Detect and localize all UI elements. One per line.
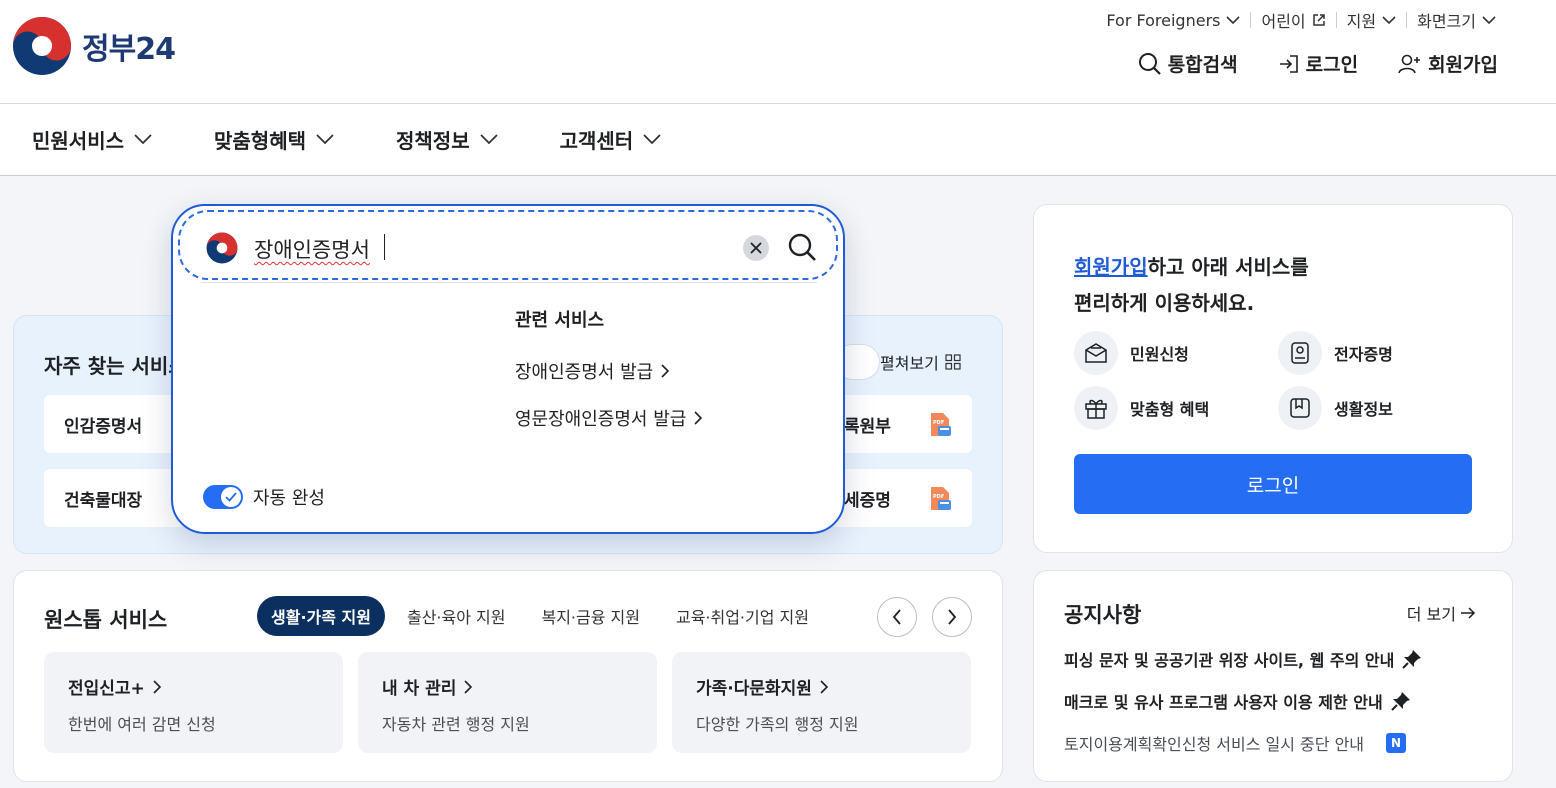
integrated-search-button[interactable]: 통합검색 <box>1138 50 1238 77</box>
onestop-card-family[interactable]: 가족·다문화지원 다양한 가족의 행정 지원 <box>672 652 971 753</box>
autocomplete-toggle[interactable] <box>203 485 243 509</box>
login-link[interactable]: 로그인 <box>1278 50 1358 77</box>
related-link-disability-cert[interactable]: 장애인증명서 발급 <box>515 358 670 384</box>
site-logo[interactable]: 정부24 <box>12 16 176 76</box>
user-add-icon <box>1398 54 1421 73</box>
clear-search-button[interactable] <box>743 235 769 261</box>
chevron-down-icon <box>643 134 661 145</box>
taegeuk-logo-icon <box>13 17 71 75</box>
onestop-tabs: 생활·가족 지원 출산·육아 지원 복지·금융 지원 교육·취업·기업 지원 <box>257 596 831 636</box>
nav-customer-center[interactable]: 고객센터 <box>560 125 662 154</box>
search-field[interactable]: 장애인증명서 <box>178 210 838 280</box>
new-badge: N <box>1386 733 1407 753</box>
frequent-services-title: 자주 찾는 서비스 <box>44 354 184 378</box>
nav-civil-services[interactable]: 민원서비스 <box>32 125 152 154</box>
header-actions: 통합검색 로그인 회원가입 <box>1098 50 1498 77</box>
search-input[interactable]: 장애인증명서 <box>254 234 370 264</box>
logo-text: 정부24 <box>82 32 176 67</box>
chevron-down-icon <box>316 134 334 145</box>
onestop-services-card: 원스톱 서비스 생활·가족 지원 출산·육아 지원 복지·금융 지원 교육·취업… <box>13 570 1003 782</box>
expand-view-button[interactable]: 펼쳐보기 <box>880 350 961 374</box>
login-button[interactable]: 로그인 <box>1074 454 1472 514</box>
gift-icon <box>1074 386 1118 430</box>
chevron-right-icon <box>153 679 161 694</box>
chevron-right-icon <box>661 364 670 378</box>
service-tile[interactable]: 록원부 PDF <box>824 395 972 453</box>
site-header: 정부24 For Foreigners 어린이 지원 화면크기 통합검색 로그인… <box>0 0 1556 104</box>
chevron-down-icon <box>1226 15 1241 24</box>
tab-education-employment[interactable]: 교육·취업·기업 지원 <box>662 596 823 636</box>
certificate-icon <box>1278 331 1322 375</box>
service-tile[interactable]: 세증명 PDF <box>824 469 972 527</box>
chevron-right-icon <box>464 679 473 694</box>
chevron-down-icon <box>134 134 152 145</box>
chevron-down-icon <box>1382 15 1396 24</box>
text-caret <box>384 234 385 260</box>
notice-item[interactable]: 매크로 및 유사 프로그램 사용자 이용 제한 안내 <box>1064 689 1411 713</box>
chevron-right-icon <box>694 411 703 425</box>
nav-policy-info[interactable]: 정책정보 <box>396 125 498 154</box>
notice-item[interactable]: 피싱 문자 및 공공기관 위장 사이트, 웹 주의 안내 <box>1064 647 1422 671</box>
signup-inline-link[interactable]: 회원가입 <box>1074 255 1148 279</box>
tab-birth-childcare[interactable]: 출산·육아 지원 <box>393 596 520 636</box>
notice-card: 공지사항 더 보기 피싱 문자 및 공공기관 위장 사이트, 웹 주의 안내 매… <box>1033 570 1513 782</box>
onestop-card-move-in[interactable]: 전입신고+ 한번에 여러 감면 신청 <box>44 652 343 753</box>
main-nav: 민원서비스 맞춤형혜택 정책정보 고객센터 <box>0 104 1556 176</box>
util-screen-size[interactable]: 화면크기 <box>1407 8 1506 32</box>
notice-item[interactable]: 토지이용계획확인신청 서비스 일시 중단 안내 N <box>1064 731 1407 755</box>
search-icon <box>1138 52 1161 75</box>
tab-life-family[interactable]: 생활·가족 지원 <box>257 596 385 636</box>
login-icon <box>1279 54 1298 73</box>
related-link-english-disability-cert[interactable]: 영문장애인증명서 발급 <box>515 405 703 431</box>
related-services-heading: 관련 서비스 <box>515 310 605 331</box>
nav-custom-benefits[interactable]: 맞춤형혜택 <box>214 125 334 154</box>
onestop-title: 원스톱 서비스 <box>44 608 168 632</box>
search-submit-icon[interactable] <box>787 232 817 262</box>
bookmark-icon <box>1278 386 1322 430</box>
login-message: 회원가입하고 아래 서비스를 편리하게 이용하세요. <box>1074 255 1309 315</box>
notice-more-link[interactable]: 더 보기 <box>1407 601 1476 625</box>
pdf-icon: PDF <box>931 487 951 510</box>
pin-icon <box>1402 650 1422 669</box>
chevron-left-icon <box>892 609 901 625</box>
pdf-icon: PDF <box>931 413 951 436</box>
svg-text:PDF: PDF <box>933 494 944 500</box>
chevron-down-icon <box>479 134 498 145</box>
util-support[interactable]: 지원 <box>1337 8 1406 32</box>
chevron-right-icon <box>948 609 957 625</box>
chevron-down-icon <box>1482 15 1496 24</box>
external-link-icon <box>1312 14 1325 26</box>
quick-custom-benefits[interactable]: 맞춤형 혜택 <box>1074 386 1209 430</box>
search-autocomplete-popup: 장애인증명서 관련 서비스 장애인증명서 발급 영문장애인증명서 발급 자동 완… <box>171 204 845 534</box>
taegeuk-logo-icon <box>206 232 238 264</box>
quick-civil-request[interactable]: 민원신청 <box>1074 331 1189 375</box>
check-icon <box>225 492 237 502</box>
grid-icon <box>945 354 961 370</box>
envelope-icon <box>1074 331 1118 375</box>
close-icon <box>750 242 762 254</box>
quick-life-info[interactable]: 생활정보 <box>1278 386 1393 430</box>
pin-icon <box>1390 692 1410 711</box>
autocomplete-toggle-row[interactable]: 자동 완성 <box>203 484 325 510</box>
utility-bar: For Foreigners 어린이 지원 화면크기 <box>1096 8 1506 32</box>
quick-e-certificate[interactable]: 전자증명 <box>1278 331 1393 375</box>
login-card: 회원가입하고 아래 서비스를 편리하게 이용하세요. 민원신청 전자증명 맞춤형… <box>1033 204 1513 553</box>
util-kids[interactable]: 어린이 <box>1251 8 1335 32</box>
prev-button[interactable] <box>877 597 917 637</box>
notice-title: 공지사항 <box>1064 603 1142 627</box>
util-for-foreigners[interactable]: For Foreigners <box>1096 8 1250 32</box>
next-button[interactable] <box>932 597 972 637</box>
arrow-right-icon <box>1461 607 1476 619</box>
chevron-right-icon <box>820 679 828 694</box>
svg-text:PDF: PDF <box>933 420 944 426</box>
onestop-card-my-car[interactable]: 내 차 관리 자동차 관련 행정 지원 <box>358 652 657 753</box>
signup-link[interactable]: 회원가입 <box>1398 50 1498 77</box>
tab-welfare-finance[interactable]: 복지·금융 지원 <box>527 596 654 636</box>
